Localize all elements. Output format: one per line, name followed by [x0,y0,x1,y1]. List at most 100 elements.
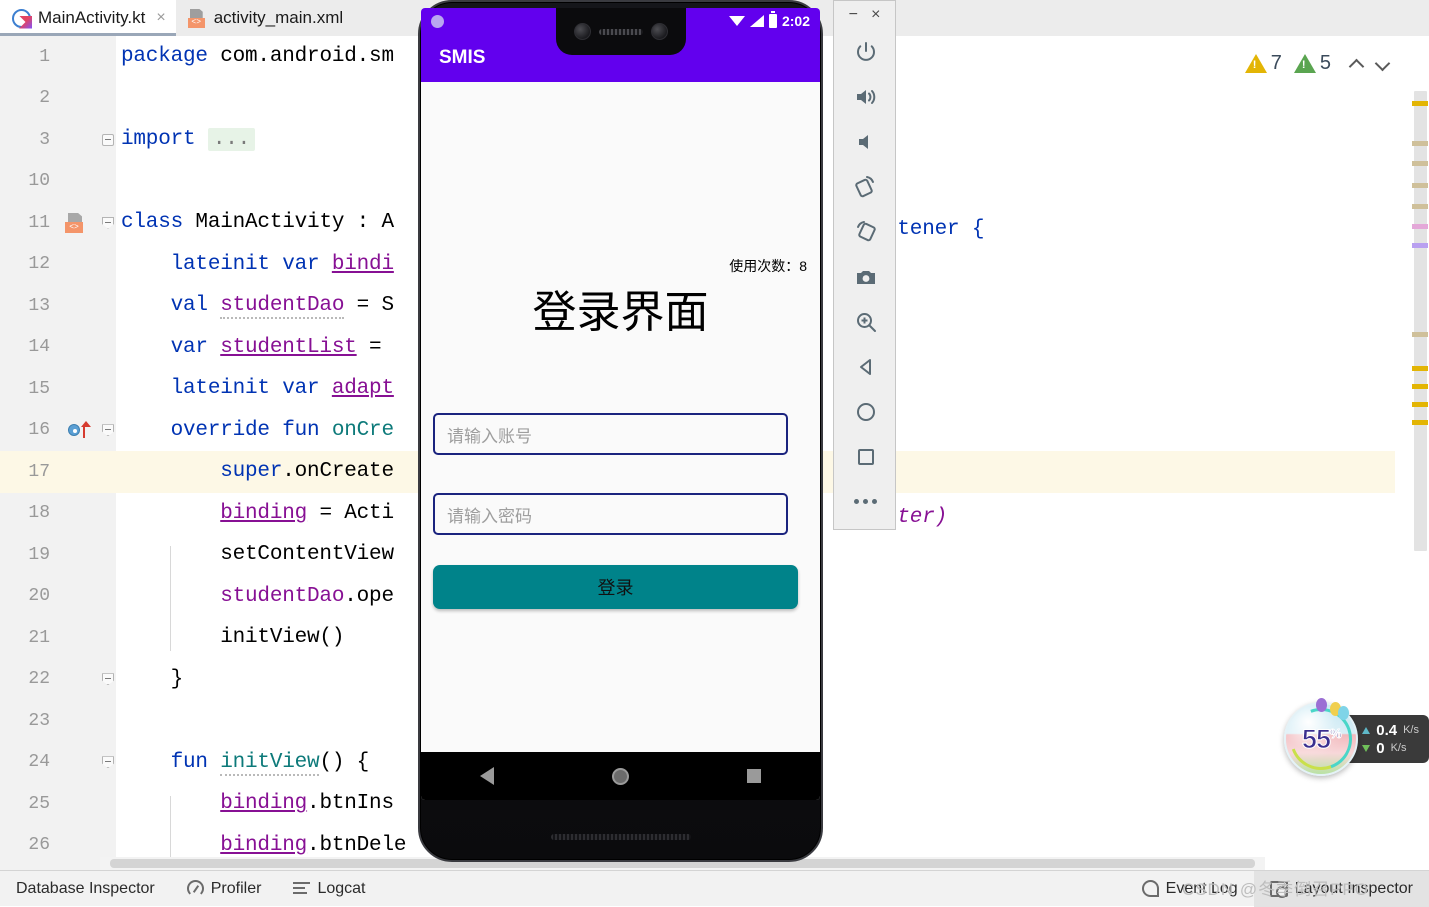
bottom-item-label: Profiler [210,879,262,897]
account-input[interactable]: 请输入账号 [433,413,788,455]
chevron-down-icon[interactable] [1375,56,1391,72]
home-icon[interactable] [834,389,897,434]
rotate-left-icon[interactable] [834,164,897,209]
arrow-up-icon [1362,726,1371,734]
kotlin-file-icon [12,8,32,29]
weak-warning-count: 5 [1319,52,1331,74]
scrollbar-marker[interactable] [1412,101,1428,106]
tool-button-logcat[interactable]: Logcat [277,871,381,907]
override-method-icon[interactable] [60,410,100,452]
scrollbar-marker[interactable] [1412,384,1428,389]
fold-toggle-icon[interactable] [100,410,116,452]
volume-up-icon[interactable] [834,74,897,119]
tool-button-database-inspector[interactable]: Database Inspector [0,871,171,907]
front-camera-icon [573,23,591,40]
tool-button-layout-inspector[interactable]: Layout Inspector [1253,870,1429,907]
scrollbar-marker[interactable] [1412,224,1428,229]
code-line-text: lateinit var bindi [121,252,394,276]
recent-square-icon[interactable] [747,769,761,783]
camera-icon[interactable] [834,254,897,299]
fold-slot [100,700,116,742]
network-speed-widget[interactable]: 55% 0.4 K/s 0 K/s [1284,698,1429,776]
battery-percent-ball[interactable]: 55% [1284,698,1359,776]
chevron-up-icon[interactable] [1349,56,1365,72]
scrollbar-marker[interactable] [1412,402,1428,407]
scrollbar-marker[interactable] [1412,204,1428,209]
scrollbar-marker[interactable] [1412,332,1428,337]
code-line-text: studentDao.ope [220,584,394,608]
tab-activity-main-xml[interactable]: <> activity_main.xml [176,0,353,36]
arrow-down-icon [1362,744,1371,752]
tab-mainactivity-kt[interactable]: MainActivity.kt × [0,0,176,36]
line-number: 2 [39,88,50,109]
emulator-toolbar[interactable]: − × [833,0,896,530]
device-screen[interactable]: 2:02 SMIS 使用次数：8 登录界面 请输入账号 请输入密码 登录 [421,8,820,800]
code-line-text: val studentDao = S [121,294,394,320]
password-input[interactable]: 请输入密码 [433,493,788,535]
fold-slot [100,617,116,659]
back-icon[interactable] [834,344,897,389]
emulator-window-controls[interactable]: − × [834,1,895,29]
bottom-item-label: Event Log [1165,879,1238,897]
scrollbar-marker[interactable] [1412,141,1428,146]
layout-inspector-icon [1269,880,1288,898]
gutter-slot [60,451,100,493]
line-number: 22 [28,669,50,690]
gutter-slot [60,659,100,701]
line-number: 18 [28,503,50,524]
download-speed-value: 0 [1376,739,1385,757]
gutter-slot [60,825,100,867]
gutter-slot [60,783,100,825]
code-line-text: package com.android.sm [121,45,394,69]
line-number: 14 [28,337,50,358]
scrollbar-marker[interactable] [1412,243,1428,248]
download-speed-unit: K/s [1390,742,1407,754]
line-number: 25 [28,793,50,814]
gutter-slot [60,534,100,576]
scrollbar-marker[interactable] [1412,366,1428,371]
gutter-slot [60,327,100,369]
scrollbar-marker[interactable] [1412,183,1428,188]
overview-icon[interactable] [834,434,897,479]
battery-icon [768,11,777,28]
minimize-icon[interactable]: − [849,7,858,23]
scrollbar-marker[interactable] [1412,420,1428,425]
device-notch [555,8,686,55]
gutter-slot [60,161,100,203]
class-marker-icon[interactable]: <> [60,202,100,244]
fold-toggle-icon[interactable] [100,742,116,784]
close-icon[interactable]: × [156,9,165,27]
android-emulator-device[interactable]: 2:02 SMIS 使用次数：8 登录界面 请输入账号 请输入密码 登录 [418,0,823,862]
fold-slot [100,161,116,203]
fold-toggle-icon[interactable] [100,659,116,701]
event-log-icon [1141,880,1159,897]
fold-slot [100,451,116,493]
inspection-widget[interactable]: 7 5 [1240,50,1395,77]
vertical-scrollbar-thumb[interactable] [1414,91,1427,551]
tool-button-event-log[interactable]: Event Log [1126,871,1254,907]
home-circle-icon[interactable] [612,767,629,785]
fold-slot [100,327,116,369]
fold-toggle-icon[interactable] [100,119,116,161]
volume-down-icon[interactable] [834,119,897,164]
scrollbar-marker[interactable] [1412,161,1428,166]
wifi-off-icon [728,15,745,27]
rotate-right-icon[interactable] [834,209,897,254]
battery-percent-value: 55% [1301,723,1342,754]
login-button[interactable]: 登录 [433,565,798,609]
tool-button-profiler[interactable]: Profiler [171,871,278,907]
xml-layout-file-icon: <> [187,8,207,28]
code-line-text: var studentList = [121,335,394,359]
more-icon[interactable] [834,479,897,524]
back-triangle-icon[interactable] [480,767,494,785]
power-icon[interactable] [834,29,897,74]
gutter-slot [60,493,100,535]
fold-toggle-icon[interactable] [100,202,116,244]
android-navigation-bar[interactable] [421,752,820,800]
code-line-text: fun initView() { [121,750,370,776]
line-number: 23 [28,710,50,731]
close-icon[interactable]: × [871,7,880,23]
zoom-icon[interactable] [834,299,897,344]
fold-slot [100,78,116,120]
gutter-slot [60,285,100,327]
